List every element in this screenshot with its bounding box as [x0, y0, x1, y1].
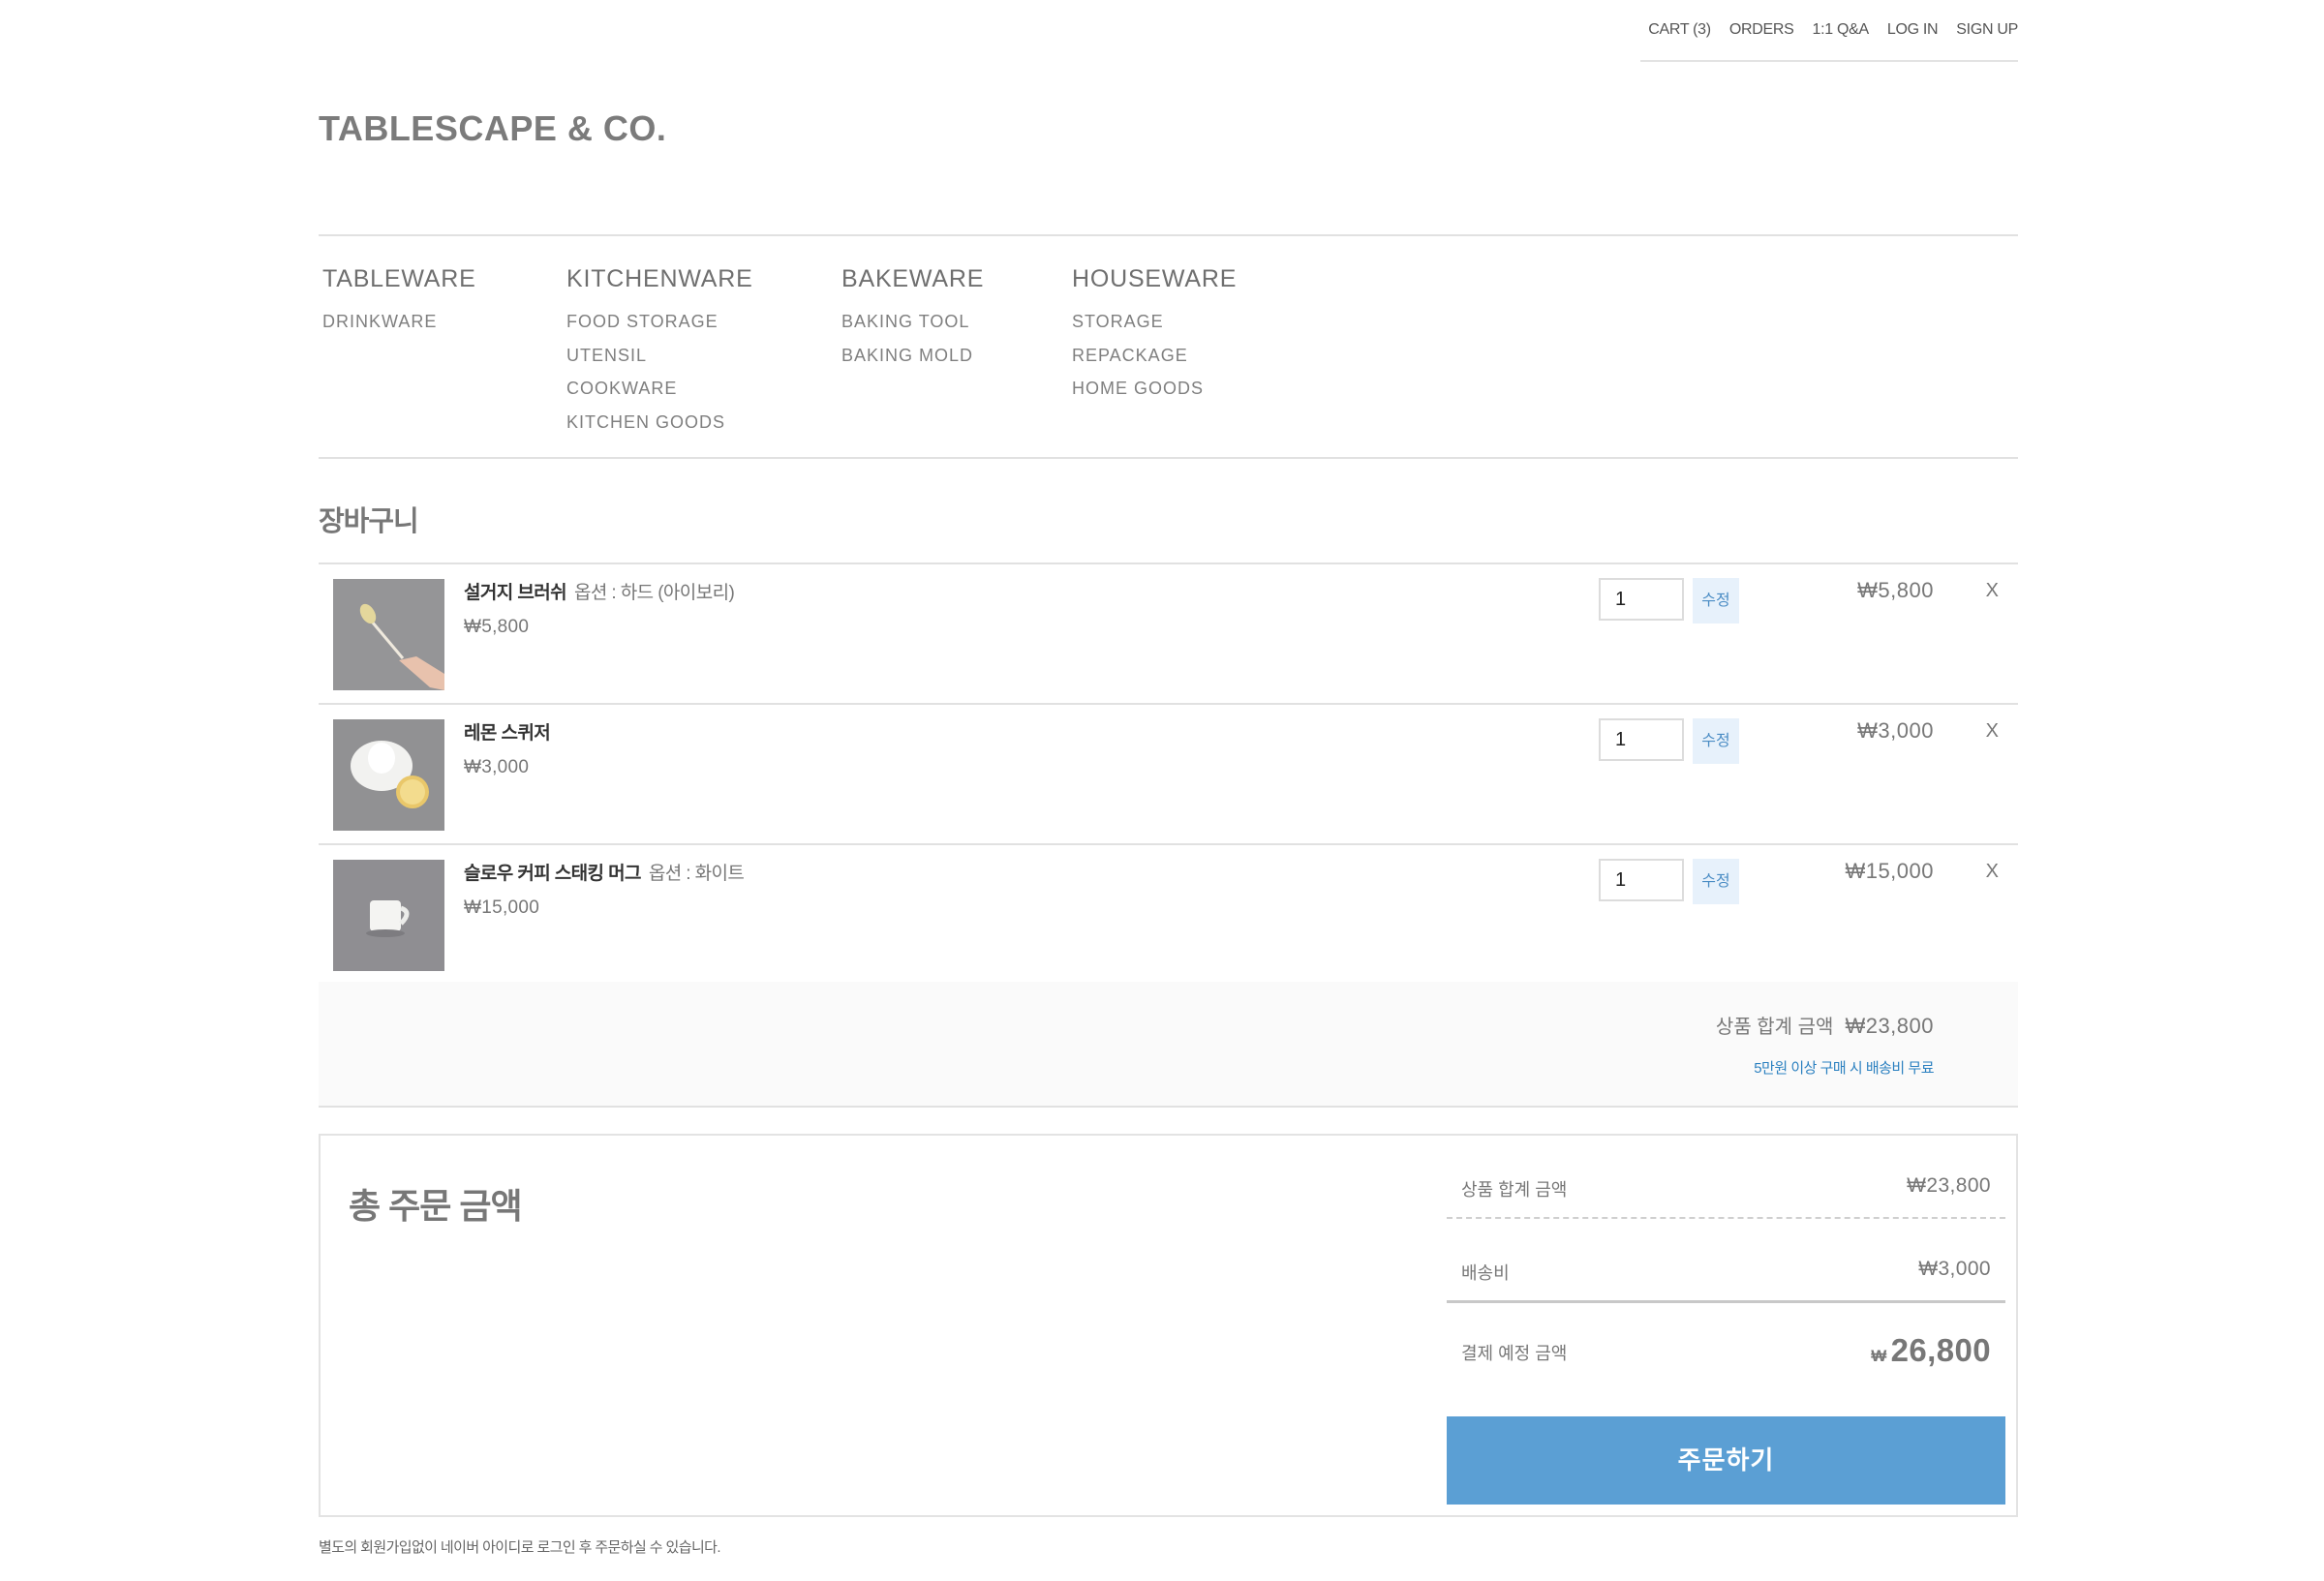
edit-quantity-button[interactable]: 수정: [1693, 718, 1739, 764]
quantity-input[interactable]: 1: [1599, 859, 1684, 901]
cart-item: 레몬 스퀴저 ₩3,000 1 수정 ₩3,000 X: [319, 705, 2018, 845]
category-head[interactable]: BAKEWARE: [841, 265, 984, 293]
cart-item-list: 설거지 브러쉬 옵션 : 하드 (아이보리) ₩5,800 1 수정 ₩5,800…: [319, 562, 2018, 986]
product-option: 옵션 : 하드 (아이보리): [573, 583, 735, 603]
subcategory-link[interactable]: UTENSIL: [566, 339, 753, 373]
cart-page: CART (3) ORDERS 1:1 Q&A LOG IN SIGN UP T…: [0, 0, 2324, 1581]
product-name-text[interactable]: 슬로우 커피 스태킹 머그: [464, 864, 641, 884]
subcategory-link[interactable]: STORAGE: [1072, 305, 1237, 339]
subcategory-link[interactable]: FOOD STORAGE: [566, 305, 753, 339]
remove-item-button[interactable]: X: [1986, 720, 1999, 743]
category-kitchenware: KITCHENWARE FOOD STORAGE UTENSIL COOKWAR…: [566, 265, 753, 439]
category-head[interactable]: TABLEWARE: [322, 265, 476, 293]
util-cart-link[interactable]: CART (3): [1648, 21, 1711, 60]
shipping-value: ₩3,000: [1918, 1258, 1991, 1280]
unit-price: ₩5,800: [464, 617, 530, 637]
product-name[interactable]: 설거지 브러쉬 옵션 : 하드 (아이보리): [464, 578, 735, 604]
shipping-label: 배송비: [1461, 1263, 1510, 1283]
free-shipping-note: 5만원 이상 구매 시 배송비 무료: [1754, 1060, 1934, 1077]
grand-total-amount: 26,800: [1890, 1332, 1991, 1368]
subcategory-link[interactable]: COOKWARE: [566, 372, 753, 406]
quantity-input[interactable]: 1: [1599, 578, 1684, 621]
subtotal-line: 상품 합계 금액 ₩23,800: [1716, 1011, 1934, 1039]
line-price: ₩15,000: [1845, 859, 1934, 883]
category-head[interactable]: HOUSEWARE: [1072, 265, 1237, 293]
product-total-label: 상품 합계 금액: [1461, 1180, 1568, 1200]
cart-item: 슬로우 커피 스태킹 머그 옵션 : 화이트 ₩15,000 1 수정 ₩15,0…: [319, 845, 2018, 986]
utility-nav: CART (3) ORDERS 1:1 Q&A LOG IN SIGN UP: [1640, 21, 2018, 62]
product-option: 옵션 : 화이트: [648, 864, 745, 884]
order-total-panel: 총 주문 금액 상품 합계 금액 ₩23,800 배송비 ₩3,000 결제 예…: [319, 1134, 2018, 1517]
subtotal-value: ₩23,800: [1845, 1014, 1934, 1038]
quantity-input[interactable]: 1: [1599, 718, 1684, 761]
category-head[interactable]: KITCHENWARE: [566, 265, 753, 293]
grand-total-row: 결제 예정 금액 ₩26,800: [1447, 1303, 2005, 1410]
util-orders-link[interactable]: ORDERS: [1729, 21, 1794, 60]
mug-photo[interactable]: [333, 860, 444, 971]
product-name[interactable]: 레몬 스퀴저: [464, 718, 558, 745]
lemon-squeezer-photo[interactable]: [333, 719, 444, 831]
subcategory-link[interactable]: DRINKWARE: [322, 305, 476, 339]
subcategory-link[interactable]: HOME GOODS: [1072, 372, 1237, 406]
remove-item-button[interactable]: X: [1986, 580, 1999, 602]
order-summary: 상품 합계 금액 ₩23,800 배송비 ₩3,000 결제 예정 금액 ₩26…: [1447, 1136, 2005, 1505]
category-bakeware: BAKEWARE BAKING TOOL BAKING MOLD: [841, 265, 984, 372]
currency-symbol: ₩: [1871, 1347, 1887, 1365]
category-houseware: HOUSEWARE STORAGE REPACKAGE HOME GOODS: [1072, 265, 1237, 406]
product-name[interactable]: 슬로우 커피 스태킹 머그 옵션 : 화이트: [464, 859, 745, 885]
product-total-row: 상품 합계 금액 ₩23,800: [1447, 1136, 2005, 1219]
grand-total-value: ₩26,800: [1871, 1332, 1991, 1369]
subcategory-link[interactable]: BAKING TOOL: [841, 305, 984, 339]
util-signup-link[interactable]: SIGN UP: [1956, 21, 2018, 60]
total-title: 총 주문 금액: [349, 1186, 523, 1226]
util-login-link[interactable]: LOG IN: [1887, 21, 1939, 60]
brush-photo[interactable]: [333, 579, 444, 690]
remove-item-button[interactable]: X: [1986, 861, 1999, 883]
subtotal-box: 상품 합계 금액 ₩23,800 5만원 이상 구매 시 배송비 무료: [319, 982, 2018, 1108]
cart-title: 장바구니: [319, 506, 419, 537]
site-logo[interactable]: TABLESCAPE & CO.: [319, 108, 666, 149]
product-name-text[interactable]: 레몬 스퀴저: [464, 723, 551, 744]
util-qa-link[interactable]: 1:1 Q&A: [1812, 21, 1869, 60]
subcategory-link[interactable]: REPACKAGE: [1072, 339, 1237, 373]
shipping-row: 배송비 ₩3,000: [1447, 1219, 2005, 1303]
unit-price: ₩15,000: [464, 897, 540, 918]
subtotal-label: 상품 합계 금액: [1715, 1017, 1834, 1038]
product-total-value: ₩23,800: [1907, 1174, 1991, 1197]
unit-price: ₩3,000: [464, 757, 530, 777]
place-order-button[interactable]: 주문하기: [1447, 1416, 2005, 1505]
edit-quantity-button[interactable]: 수정: [1693, 578, 1739, 623]
naver-login-note: 별도의 회원가입없이 네이버 아이디로 로그인 후 주문하실 수 있습니다.: [319, 1539, 721, 1556]
line-price: ₩3,000: [1857, 718, 1934, 743]
category-nav: TABLEWARE DRINKWARE KITCHENWARE FOOD STO…: [319, 234, 2018, 459]
line-price: ₩5,800: [1857, 578, 1934, 602]
category-tableware: TABLEWARE DRINKWARE: [322, 265, 476, 339]
subcategory-link[interactable]: KITCHEN GOODS: [566, 406, 753, 440]
edit-quantity-button[interactable]: 수정: [1693, 859, 1739, 904]
subcategory-link[interactable]: BAKING MOLD: [841, 339, 984, 373]
cart-item: 설거지 브러쉬 옵션 : 하드 (아이보리) ₩5,800 1 수정 ₩5,800…: [319, 564, 2018, 705]
product-name-text[interactable]: 설거지 브러쉬: [464, 583, 567, 603]
grand-total-label: 결제 예정 금액: [1461, 1344, 1568, 1363]
